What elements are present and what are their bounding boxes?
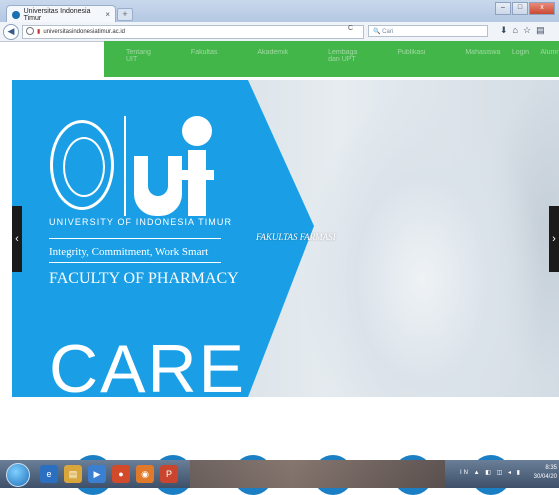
menu-item-about[interactable]: Tentang UIT <box>126 49 151 63</box>
lock-icon: ▮ <box>37 29 41 35</box>
maximize-button[interactable]: □ <box>512 2 528 15</box>
start-button[interactable] <box>6 463 30 487</box>
tab-close-icon[interactable]: × <box>105 10 110 19</box>
url-text: universitasindonesiatimur.ac.id <box>43 29 126 35</box>
faculty-title: FACULTY OF PHARMACY <box>49 270 239 287</box>
firefox-icon[interactable]: ◉ <box>136 465 154 483</box>
reload-icon[interactable]: C <box>348 25 353 32</box>
powerpoint-icon[interactable]: P <box>160 465 178 483</box>
university-seal-logo <box>50 120 114 210</box>
minimize-button[interactable]: – <box>495 2 511 15</box>
site-favicon-icon <box>12 10 20 19</box>
new-tab-button[interactable]: + <box>117 8 133 21</box>
divider-line <box>49 262 221 263</box>
menu-item-publications[interactable]: Publikasi <box>397 49 425 63</box>
download-icon[interactable]: ⬇ <box>500 25 508 36</box>
back-button[interactable]: ◀ <box>3 24 19 40</box>
menu-item-academic[interactable]: Akademik <box>257 49 288 63</box>
taskbar: e ▤ ▶ ● ◉ P IN ▲ ◧ ◫ ◂ ▮ 8:35 30/04/20 <box>0 460 559 488</box>
library-icon[interactable]: ▤ <box>536 25 545 36</box>
clock-date: 30/04/20 <box>533 474 557 480</box>
divider-line <box>49 238 221 239</box>
tab-title: Universitas Indonesia Timur <box>23 7 91 22</box>
uit-logo <box>134 116 214 216</box>
file-explorer-icon[interactable]: ▤ <box>64 465 82 483</box>
search-placeholder: Cari <box>382 29 394 35</box>
navigation-bar: ◀ ▮ universitasindonesiatimur.ac.id C 🔍 C… <box>0 22 559 42</box>
menu-item-institutes[interactable]: Lembaga dan UPT <box>328 49 357 63</box>
info-icon[interactable] <box>26 27 34 36</box>
title-bar: Universitas Indonesia Timur × + – □ x <box>0 0 559 23</box>
bookmark-star-icon[interactable]: ☆ <box>523 25 531 36</box>
login-link[interactable]: Login <box>512 49 529 56</box>
menu-item-faculty[interactable]: Fakultas <box>191 49 217 63</box>
system-tray[interactable]: IN ▲ ◧ ◫ ◂ ▮ <box>460 469 522 476</box>
chrome-icon[interactable]: ● <box>112 465 130 483</box>
taskbar-wallpaper <box>190 460 445 488</box>
window-controls: – □ x <box>495 2 555 15</box>
address-bar[interactable]: ▮ universitasindonesiatimur.ac.id <box>22 25 364 39</box>
search-input[interactable]: 🔍 Cari <box>368 25 488 37</box>
university-tagline: Integrity, Commitment, Work Smart <box>49 246 209 258</box>
media-player-icon[interactable]: ▶ <box>88 465 106 483</box>
hero-big-word: CARE <box>49 331 246 397</box>
browser-tab[interactable]: Universitas Indonesia Timur × <box>6 5 116 23</box>
clock-time: 8:35 <box>545 465 557 471</box>
slide-caption: FAKULTAS FARMASI <box>256 232 336 242</box>
slider-prev-button[interactable]: ‹ <box>12 206 22 272</box>
site-menu-bar: Tentang UIT Fakultas Akademik Lembaga da… <box>104 41 559 77</box>
close-window-button[interactable]: x <box>529 2 555 15</box>
menu-item-alumni[interactable]: Alumni <box>540 49 559 63</box>
toolbar-icons: ⬇ ⌂ ☆ ▤ <box>500 25 545 36</box>
slider-next-button[interactable]: › <box>549 206 559 272</box>
logo-divider <box>124 116 126 216</box>
site-menu: Tentang UIT Fakultas Akademik Lembaga da… <box>104 49 559 63</box>
university-name: UNIVERSITY OF INDONESIA TIMUR <box>49 217 233 227</box>
hero-slider: UNIVERSITY OF INDONESIA TIMUR Integrity,… <box>12 80 559 397</box>
clock[interactable]: 8:35 30/04/20 <box>534 464 557 482</box>
home-icon[interactable]: ⌂ <box>513 25 518 36</box>
internet-explorer-icon[interactable]: e <box>40 465 58 483</box>
menu-item-students[interactable]: Mahasiswa <box>465 49 500 63</box>
